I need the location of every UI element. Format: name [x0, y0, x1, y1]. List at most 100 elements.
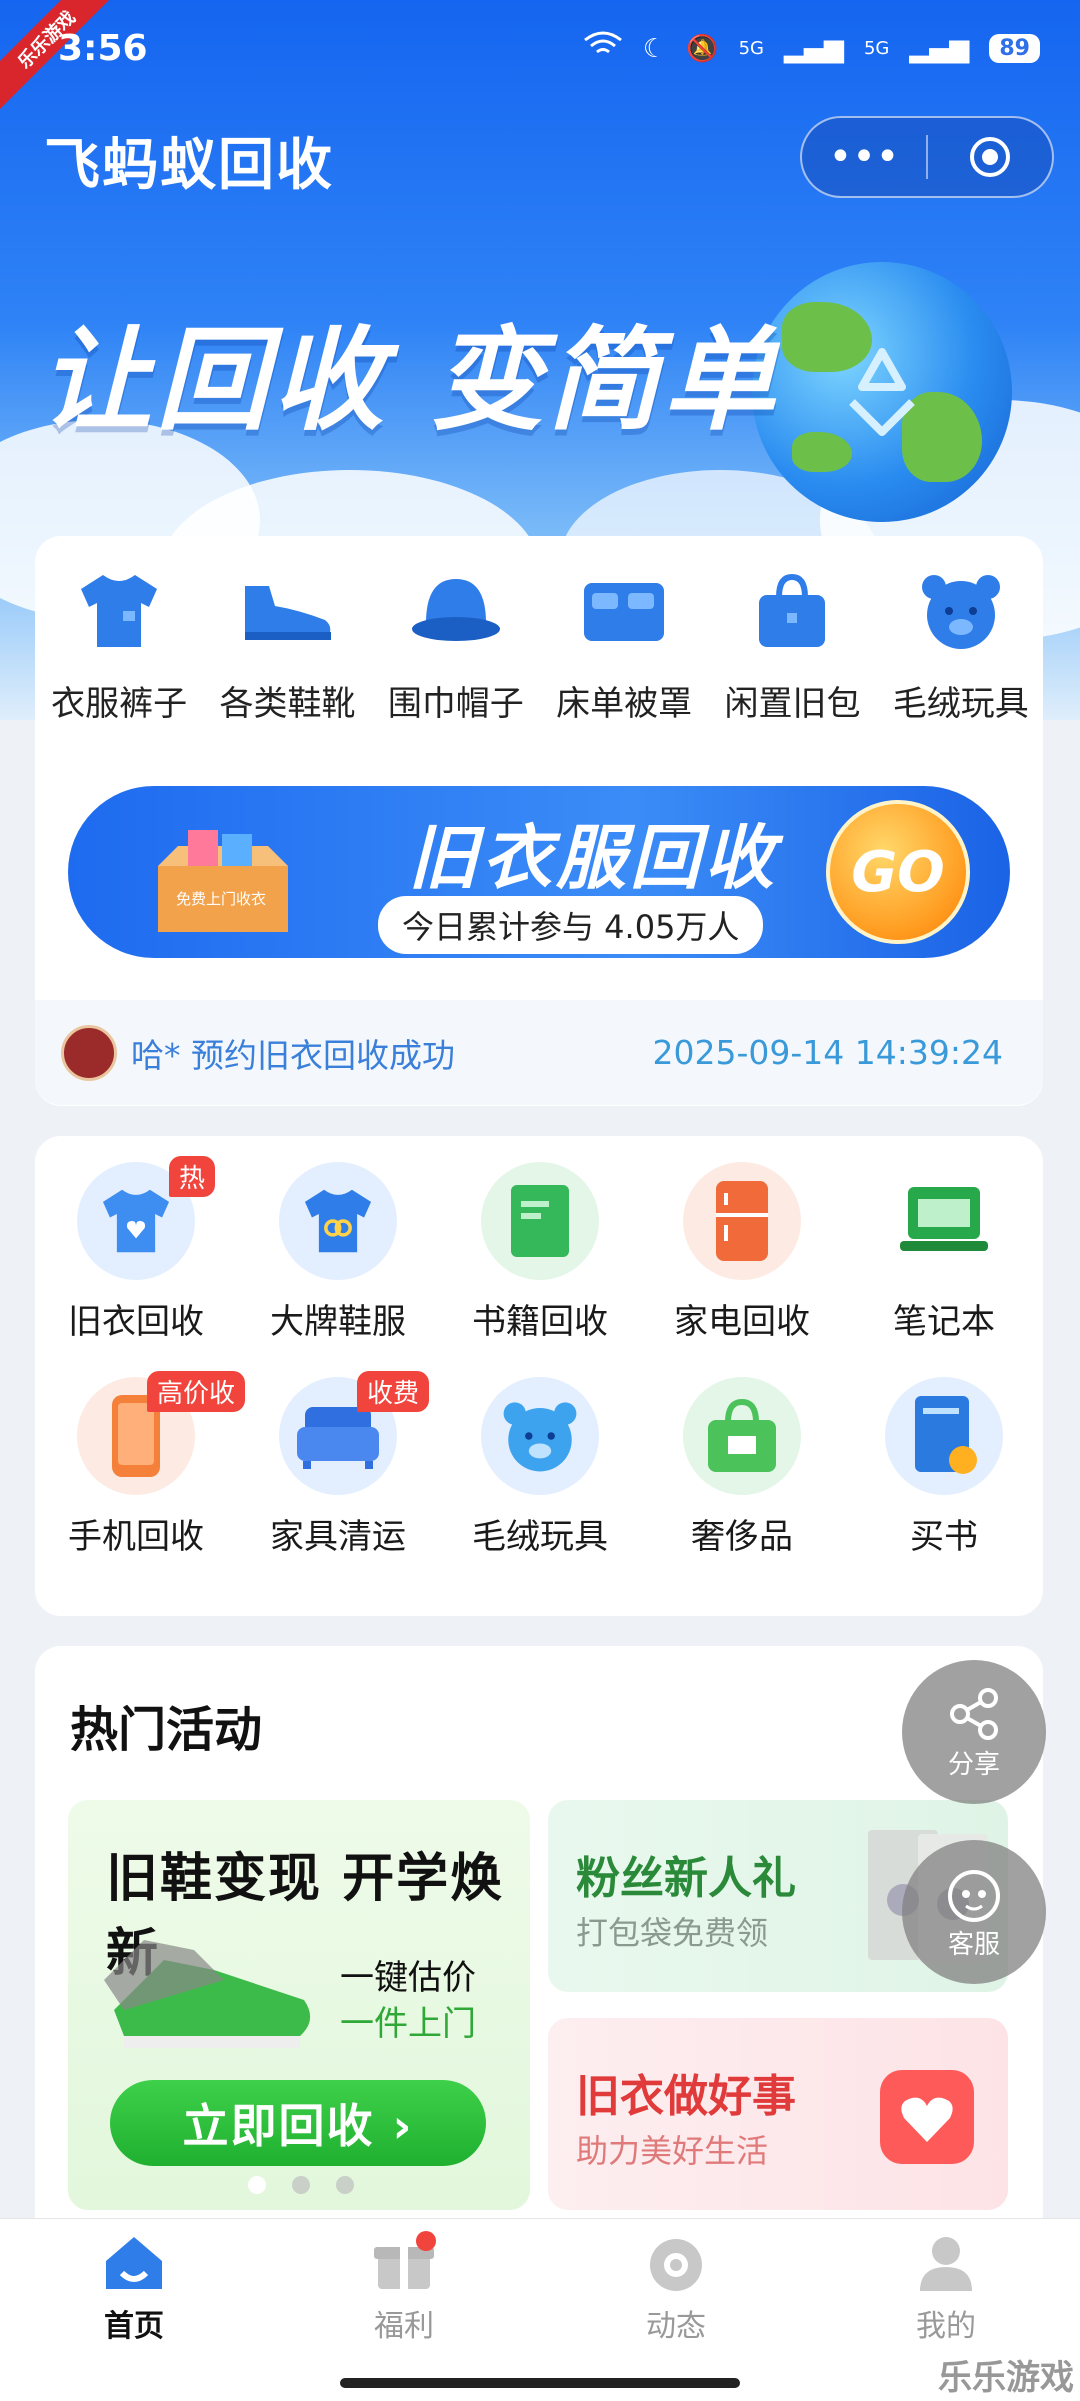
activity-subtitle: 助力美好生活: [576, 2132, 769, 2170]
category-label: 毛绒玩具: [892, 684, 1029, 724]
fridge-icon: [683, 1162, 801, 1280]
service-appliances[interactable]: 家电回收: [641, 1162, 843, 1343]
category-hats[interactable]: 围巾帽子: [372, 568, 540, 725]
service-label: 奢侈品: [691, 1517, 793, 1557]
bear-icon: [913, 568, 1009, 654]
status-bar: 乐乐游戏 3:56 ☾ 🔕 5G ▂▄▆ 5G ▂▄▆ 89: [0, 0, 1080, 112]
target-icon[interactable]: [928, 118, 1052, 196]
service-label: 家具清运: [270, 1517, 406, 1557]
category-label: 床单被罩: [556, 684, 693, 724]
category-label: 衣服裤子: [51, 684, 188, 724]
app-title: 飞蚂蚁回收: [44, 133, 334, 198]
hat-icon: [408, 568, 504, 654]
activity-good-deed[interactable]: 旧衣做好事 助力美好生活: [548, 2018, 1008, 2210]
tshirt-icon: [71, 568, 167, 654]
category-bags[interactable]: 闲置旧包: [708, 568, 876, 725]
signal-5g-1: 5G: [738, 38, 764, 59]
home-indicator[interactable]: [340, 2378, 740, 2388]
tab-label: 我的: [916, 2309, 976, 2344]
earth-globe-icon: [752, 262, 1012, 522]
tab-activity[interactable]: 动态: [596, 2233, 756, 2345]
signal-5g-2: 5G: [863, 38, 890, 59]
bottom-tab-bar: 首页 福利 动态 我的: [0, 2218, 1080, 2401]
activity-title: 旧衣做好事: [576, 2071, 796, 2122]
wifi-icon: [583, 30, 623, 67]
service-luxury[interactable]: 奢侈品: [641, 1377, 843, 1558]
buy-book-icon: [885, 1377, 1003, 1495]
tab-mine[interactable]: 我的: [866, 2233, 1026, 2345]
carousel-dot[interactable]: [248, 2176, 266, 2194]
activity-line2: 一件上门: [340, 2004, 476, 2044]
activity-line1: 一键估价: [340, 1958, 476, 1998]
service-label: 家电回收: [674, 1302, 810, 1342]
bag-icon: [744, 568, 840, 654]
category-toys[interactable]: 毛绒玩具: [877, 568, 1045, 725]
old-clothes-banner[interactable]: 免费上门收衣 旧衣服回收 今日累计参与 4.05万人 GO: [68, 786, 1010, 958]
fee-badge: 收费: [357, 1371, 430, 1412]
luxury-bag-icon: [683, 1377, 801, 1495]
service-label: 书籍回收: [472, 1302, 608, 1342]
activity-subtitle: 打包袋免费领: [576, 1914, 769, 1952]
recycle-now-button[interactable]: 立即回收 ›: [110, 2080, 486, 2166]
recent-order-notice: 哈* 预约旧衣回收成功 2025-09-14 14:39:24: [35, 1000, 1043, 1105]
notice-time: 2025-09-14 14:39:24: [652, 1033, 1003, 1072]
service-old-clothes[interactable]: 热 旧衣回收: [35, 1156, 237, 1343]
user-icon: [920, 2237, 972, 2291]
box-text: 免费上门收衣: [176, 890, 267, 908]
sneaker-icon: [104, 1920, 324, 2064]
service-brand-clothes[interactable]: 大牌鞋服: [237, 1162, 439, 1343]
banner-subtitle: 今日累计参与 4.05万人: [378, 896, 764, 954]
customer-service-button[interactable]: 客服: [902, 1840, 1046, 1984]
camera-icon: [650, 2239, 702, 2291]
book-icon: [481, 1162, 599, 1280]
bear-icon: [481, 1377, 599, 1495]
go-button[interactable]: GO: [826, 800, 970, 944]
service-laptop[interactable]: 笔记本: [843, 1162, 1045, 1343]
battery-indicator: 89: [989, 34, 1040, 63]
service-furniture[interactable]: 收费 家具清运: [237, 1371, 439, 1558]
service-plush-toys[interactable]: 毛绒玩具: [439, 1377, 641, 1558]
notice-message: 哈* 预约旧衣回收成功: [131, 1035, 455, 1075]
category-shoes[interactable]: 各类鞋靴: [203, 568, 371, 725]
status-time: 3:56: [58, 28, 148, 69]
category-clothes[interactable]: 衣服裤子: [35, 568, 203, 725]
heart-icon: [872, 2062, 982, 2176]
signal-icon: ▂▄▆: [909, 33, 970, 64]
service-phone[interactable]: 高价收 手机回收: [35, 1371, 246, 1558]
service-label: 买书: [910, 1517, 978, 1557]
tab-welfare[interactable]: 福利: [324, 2231, 484, 2345]
tab-label: 福利: [374, 2309, 434, 2344]
service-label: 毛绒玩具: [472, 1517, 608, 1557]
section-title: 热门活动: [70, 1702, 263, 1758]
category-row: 衣服裤子 各类鞋靴 围巾帽子 床单被罩 闲置旧包 毛绒玩具: [35, 568, 1045, 725]
carousel-dot[interactable]: [336, 2176, 354, 2194]
share-label: 分享: [947, 1749, 1000, 1780]
mute-icon: 🔕: [686, 33, 719, 64]
service-buy-books[interactable]: 买书: [843, 1377, 1045, 1558]
service-books[interactable]: 书籍回收: [439, 1162, 641, 1343]
carousel-dot[interactable]: [292, 2176, 310, 2194]
more-dots-icon[interactable]: •••: [802, 118, 926, 196]
avatar: [61, 1024, 117, 1081]
share-button[interactable]: 分享: [902, 1660, 1046, 1804]
signal-icon: ▂▄▆: [783, 33, 844, 64]
activity-shoes[interactable]: 旧鞋变现 开学焕新 一键估价 一件上门 立即回收 ›: [68, 1800, 530, 2210]
services-grid: 热 旧衣回收 大牌鞋服 书籍回收 家电回收 笔记本 高价收 手机回收 收费 家具…: [35, 1156, 1045, 1558]
activity-title: 粉丝新人礼: [576, 1853, 796, 1904]
hero-slogan: 让回收 变简单: [40, 316, 779, 446]
tab-label: 动态: [646, 2309, 706, 2344]
recycle-box-icon: 免费上门收衣: [148, 826, 298, 936]
share-icon: [950, 1687, 998, 1740]
hot-badge: 热: [169, 1156, 216, 1197]
service-label: 旧衣回收: [68, 1302, 204, 1342]
service-label: 大牌鞋服: [270, 1302, 406, 1342]
moon-icon: ☾: [642, 33, 667, 64]
carousel-dots: [248, 2176, 354, 2194]
tab-label: 首页: [104, 2309, 164, 2344]
mini-program-capsule: •••: [800, 116, 1054, 198]
service-label: 手机回收: [68, 1517, 204, 1557]
tab-home[interactable]: 首页: [54, 2233, 214, 2345]
category-bedding[interactable]: 床单被罩: [540, 568, 708, 725]
category-label: 围巾帽子: [387, 684, 524, 724]
service-label: 笔记本: [893, 1302, 995, 1342]
